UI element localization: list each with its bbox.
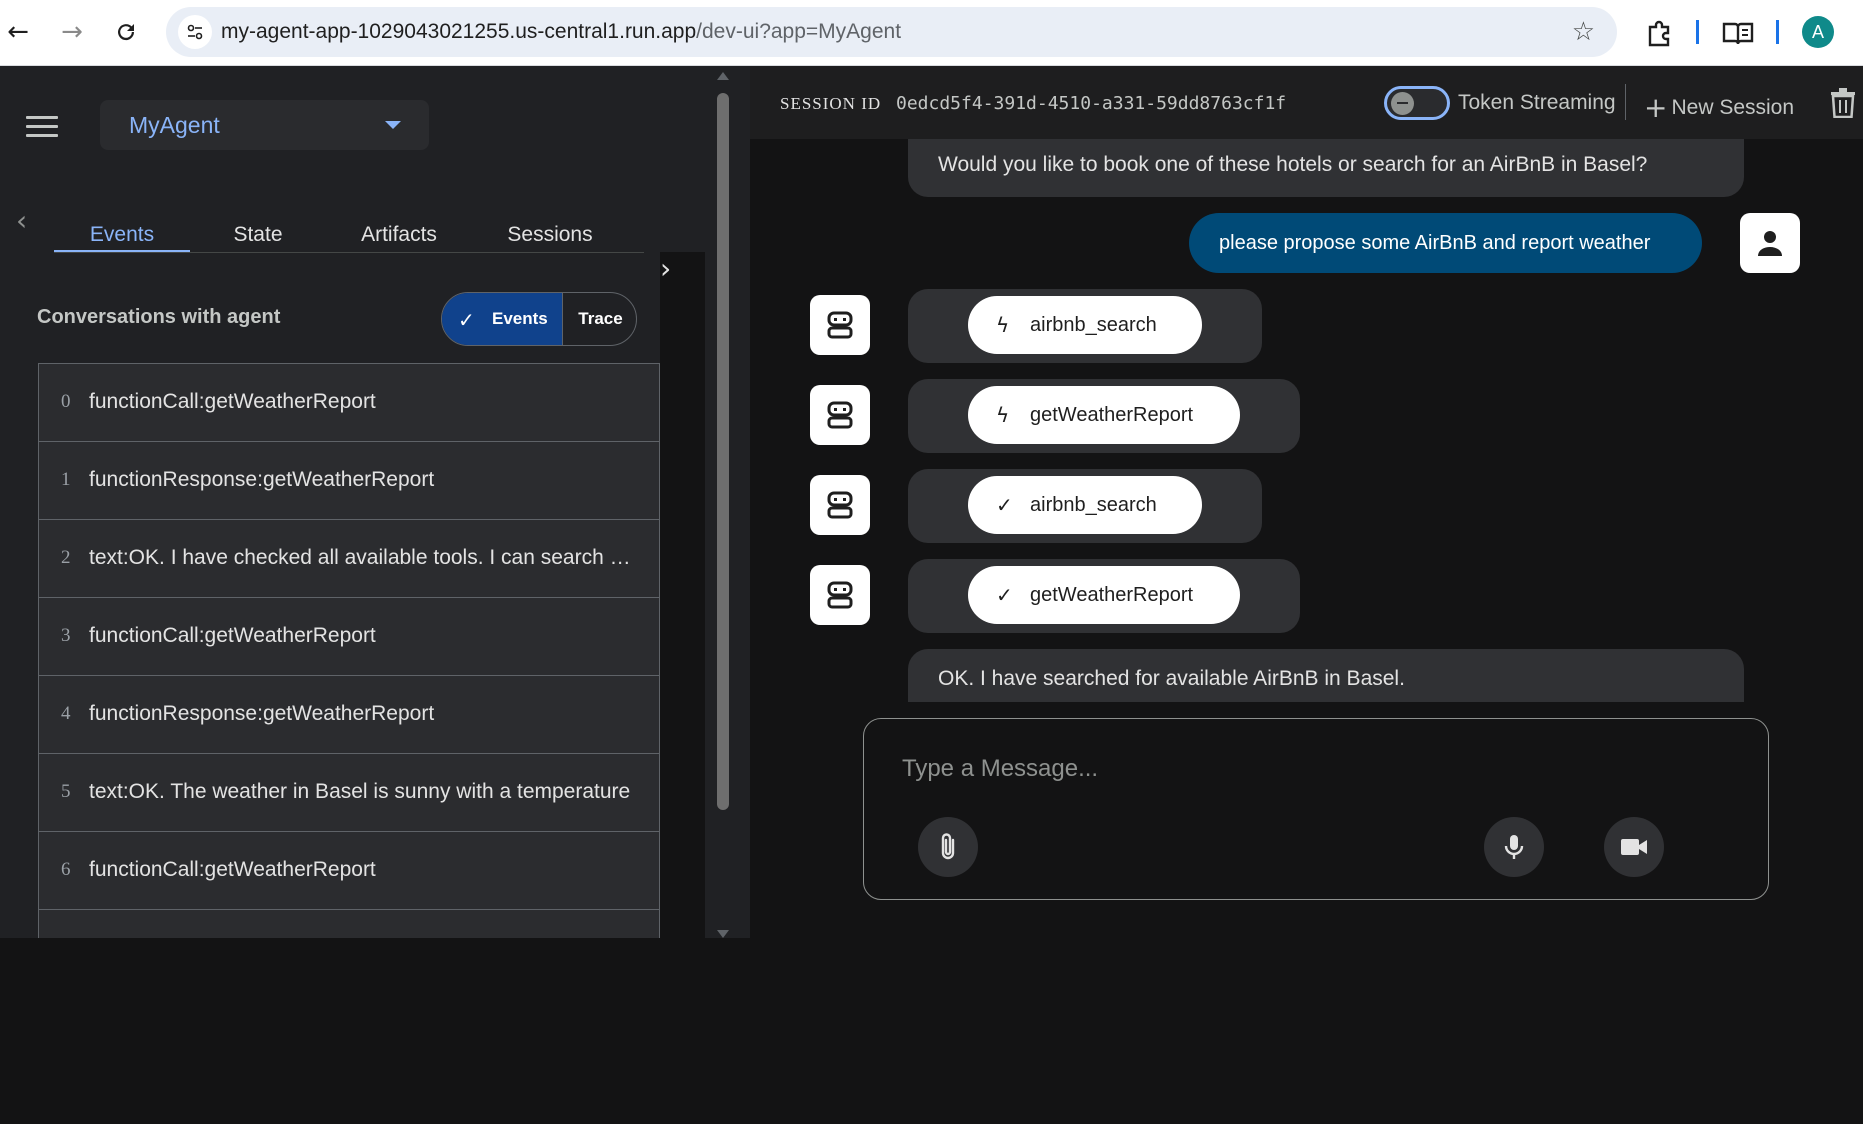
user-message: please propose some AirBnB and report we…	[1189, 213, 1702, 273]
bot-avatar	[810, 295, 870, 355]
event-row[interactable]: 6 functionCall:getWeatherReport	[39, 832, 659, 910]
token-streaming-switch[interactable]	[1384, 86, 1450, 120]
events-toggle-button[interactable]: ✓ Events	[442, 293, 562, 345]
event-row[interactable]: 4 functionResponse:getWeatherReport	[39, 676, 659, 754]
robot-icon	[827, 581, 853, 609]
tab-artifacts[interactable]: Artifacts	[336, 186, 462, 256]
tabs-divider	[54, 252, 644, 253]
bookmark-star-icon[interactable]: ☆	[1572, 17, 1595, 47]
side-panel: MyAgent ‹ Events State Artifacts Session…	[0, 66, 1773, 1124]
menu-icon[interactable]	[26, 116, 58, 140]
bot-avatar	[810, 475, 870, 535]
conversations-title: Conversations with agent	[37, 306, 281, 328]
tab-sessions[interactable]: Sessions	[486, 186, 614, 256]
scroll-down-arrow-icon[interactable]	[717, 930, 729, 938]
check-icon: ✓	[996, 493, 1013, 517]
check-icon: ✓	[458, 308, 475, 332]
address-bar[interactable]: my-agent-app-1029043021255.us-central1.r…	[166, 7, 1617, 57]
event-row[interactable]: 5 text:OK. The weather in Basel is sunny…	[39, 754, 659, 832]
user-avatar	[1740, 213, 1800, 273]
message-composer	[863, 718, 1769, 900]
event-row[interactable]: 7	[39, 910, 659, 938]
robot-icon	[827, 491, 853, 519]
video-button[interactable]	[1604, 817, 1664, 877]
new-session-button[interactable]: + New Session	[1644, 91, 1794, 124]
toolbar-divider	[1696, 20, 1699, 44]
scroll-up-arrow-icon[interactable]	[717, 72, 729, 80]
event-row[interactable]: 3 functionCall:getWeatherReport	[39, 598, 659, 676]
extensions-icon[interactable]	[1643, 16, 1677, 50]
bolt-icon: ϟ	[996, 313, 1010, 337]
tab-state[interactable]: State	[200, 186, 316, 256]
bot-message: OK. I have searched for available AirBnB…	[908, 649, 1744, 702]
function-call-chip[interactable]: ϟ getWeatherReport	[968, 386, 1240, 444]
bot-avatar	[810, 565, 870, 625]
event-row[interactable]: 1 functionResponse:getWeatherReport	[39, 442, 659, 520]
video-camera-icon	[1621, 839, 1647, 855]
paperclip-icon	[941, 833, 955, 860]
side-panel-scrollbar[interactable]	[713, 66, 733, 938]
function-call-bubble: ϟ getWeatherReport	[908, 379, 1300, 453]
chevron-down-icon	[385, 121, 401, 129]
delete-session-icon[interactable]	[1830, 88, 1856, 119]
scrollbar-thumb[interactable]	[717, 93, 729, 810]
session-id-label: SESSION ID	[780, 94, 882, 113]
robot-icon	[827, 401, 853, 429]
browser-toolbar: ← → my-agent-app-1029043021255.us-centra…	[0, 0, 1863, 66]
robot-icon	[827, 311, 853, 339]
toolbar-divider	[1776, 20, 1779, 44]
microphone-button[interactable]	[1484, 817, 1544, 877]
forward-icon[interactable]: →	[54, 14, 90, 50]
event-list: 0 functionCall:getWeatherReport 1 functi…	[38, 363, 660, 938]
message-input[interactable]	[902, 749, 1722, 789]
back-icon[interactable]: ←	[0, 14, 36, 50]
plus-icon: +	[1644, 91, 1668, 124]
bot-message: Would you like to book one of these hote…	[908, 139, 1744, 197]
function-call-chip[interactable]: ϟ airbnb_search	[968, 296, 1202, 354]
site-info-icon[interactable]	[178, 15, 212, 49]
profile-avatar[interactable]: A	[1802, 16, 1834, 48]
check-icon: ✓	[996, 583, 1013, 607]
function-response-chip[interactable]: ✓ getWeatherReport	[968, 566, 1240, 624]
function-call-bubble: ϟ airbnb_search	[908, 289, 1262, 363]
person-icon	[1758, 231, 1782, 256]
attach-file-button[interactable]	[918, 817, 978, 877]
chevron-left-icon[interactable]: ‹	[16, 204, 27, 237]
chat-messages: Would you like to book one of these hote…	[750, 139, 1863, 702]
trace-toggle-button[interactable]: Trace	[562, 293, 636, 345]
reading-mode-icon[interactable]	[1720, 16, 1756, 50]
session-id-value: 0edcd5f4-391d-4510-a331-59dd8763cf1f	[896, 93, 1287, 114]
session-header: SESSION ID 0edcd5f4-391d-4510-a331-59dd8…	[750, 66, 1863, 139]
token-streaming-label: Token Streaming	[1458, 91, 1616, 114]
view-toggle: ✓ Events Trace	[441, 292, 637, 346]
url-text: my-agent-app-1029043021255.us-central1.r…	[221, 20, 902, 43]
function-response-bubble: ✓ getWeatherReport	[908, 559, 1300, 633]
switch-knob	[1391, 92, 1414, 115]
event-row[interactable]: 0 functionCall:getWeatherReport	[39, 364, 659, 442]
reload-icon[interactable]	[108, 14, 144, 50]
chat-panel: SESSION ID 0edcd5f4-391d-4510-a331-59dd8…	[750, 66, 1863, 938]
side-tabs: ‹ Events State Artifacts Sessions ›	[0, 186, 1773, 1124]
tab-events[interactable]: Events	[54, 186, 190, 256]
header-divider	[1625, 84, 1626, 120]
event-row[interactable]: 2 text:OK. I have checked all available …	[39, 520, 659, 598]
function-response-bubble: ✓ airbnb_search	[908, 469, 1262, 543]
bot-avatar	[810, 385, 870, 445]
bolt-icon: ϟ	[996, 403, 1010, 427]
function-response-chip[interactable]: ✓ airbnb_search	[968, 476, 1202, 534]
microphone-icon	[1504, 835, 1524, 859]
app-selector-value: MyAgent	[129, 112, 220, 138]
app-selector[interactable]: MyAgent	[100, 100, 429, 150]
